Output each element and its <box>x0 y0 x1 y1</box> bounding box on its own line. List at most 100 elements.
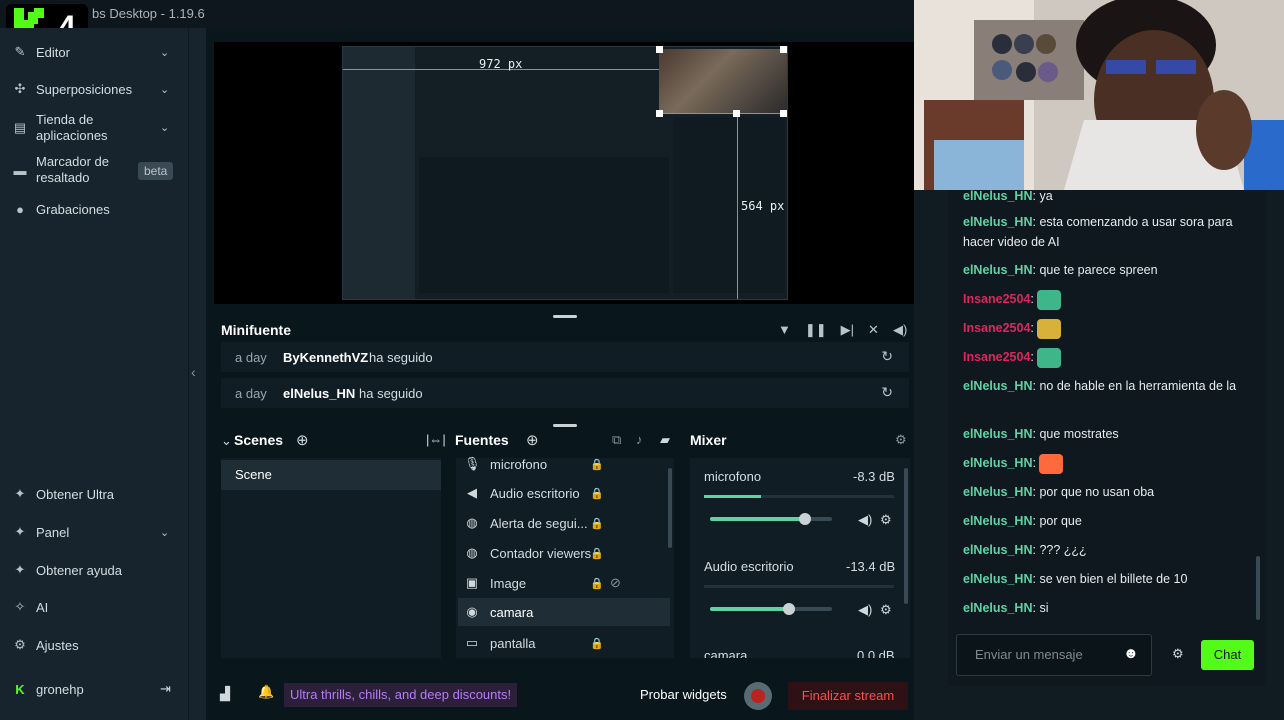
gear-icon[interactable]: ⚙ <box>880 602 892 618</box>
chat-username[interactable]: Insane2504 <box>963 321 1030 335</box>
image-icon: ▣ <box>465 575 479 590</box>
chat-username[interactable]: elNelus_HN <box>963 456 1032 470</box>
source-item[interactable]: ◉ camara <box>458 598 670 626</box>
chat-input[interactable]: Enviar un mensaje ☻ <box>956 634 1152 676</box>
sidebar-item-superposiciones[interactable]: ✣ Superposiciones <box>12 81 133 97</box>
sidebar-item-obtener-ultra[interactable]: ✦ Obtener Ultra <box>12 486 115 502</box>
folder-icon[interactable]: ▰ <box>660 432 670 448</box>
gear-icon[interactable]: ⚙ <box>1172 646 1184 662</box>
stream-preview[interactable]: 972 px 564 px <box>342 46 788 300</box>
emoji-icon[interactable]: ☻ <box>1123 645 1139 662</box>
notification-bell-icon[interactable]: 🔔 <box>258 684 274 700</box>
source-item[interactable]: ▭ pantalla 🔒 <box>458 629 670 657</box>
sidebar-item-ajustes[interactable]: ⚙ Ajustes <box>12 637 78 653</box>
logout-icon[interactable]: ⇥ <box>160 681 171 697</box>
event-row: a day ByKennethVZ ha seguido ↻ <box>221 342 909 372</box>
group-icon[interactable]: ⧉ <box>612 432 621 448</box>
sources-scrollbar[interactable] <box>668 468 672 548</box>
user-profile[interactable]: K gronehp <box>12 681 83 697</box>
source-item[interactable]: ◍ Contador viewers 🔒 <box>458 539 670 567</box>
hidden-eye-icon[interactable]: ⊘ <box>610 575 621 591</box>
record-dot-icon <box>751 689 765 703</box>
chat-text: se ven bien el billete de 10 <box>1039 572 1188 586</box>
chat-scrollbar[interactable] <box>1256 556 1260 620</box>
mixer-scrollbar[interactable] <box>904 468 908 604</box>
lock-icon[interactable]: 🔒 <box>590 487 604 500</box>
stats-icon[interactable]: ▟ <box>220 686 230 702</box>
chat-username[interactable]: elNelus_HN <box>963 215 1032 229</box>
sidebar-item-ai[interactable]: ✧ AI <box>12 599 49 615</box>
scene-transitions-icon[interactable]: |⇔| <box>426 432 446 447</box>
source-item[interactable]: ▣ Image 🔒 ⊘ <box>458 569 670 597</box>
width-measure: 972 px <box>479 57 523 71</box>
chat-username[interactable]: elNelus_HN <box>963 543 1032 557</box>
volume-icon[interactable]: ◀) <box>893 322 907 338</box>
source-item[interactable]: ◍ Alerta de segui... 🔒 <box>458 509 670 537</box>
chat-send-button[interactable]: Chat <box>1201 640 1254 670</box>
gear-icon[interactable]: ⚙ <box>895 432 907 448</box>
sidebar-item-grabaciones[interactable]: ● Grabaciones <box>12 201 110 217</box>
replay-icon[interactable]: ↻ <box>881 384 893 401</box>
lock-icon[interactable]: 🔒 <box>590 547 604 560</box>
chat-username[interactable]: elNelus_HN <box>963 379 1032 393</box>
skip-icon[interactable]: ▶| <box>841 322 854 338</box>
chat-username[interactable]: elNelus_HN <box>963 263 1032 277</box>
chat-username[interactable]: elNelus_HN <box>963 572 1032 586</box>
volume-icon[interactable]: ◀) <box>858 512 872 528</box>
scene-item[interactable]: Scene <box>221 460 441 490</box>
chat-username[interactable]: Insane2504 <box>963 292 1030 306</box>
promo-banner[interactable]: Ultra thrills, chills, and deep discount… <box>284 683 518 707</box>
chevron-down-icon[interactable]: ⌄ <box>221 433 232 449</box>
lock-icon[interactable]: 🔒 <box>590 458 604 471</box>
help-icon: ✦ <box>14 562 26 577</box>
source-item[interactable]: 🎙 microfono 🔒 <box>458 450 670 478</box>
test-widgets-button[interactable]: Probar widgets <box>640 687 727 702</box>
resize-handle[interactable] <box>656 110 663 117</box>
chat-username[interactable]: Insane2504 <box>963 350 1030 364</box>
sidebar-item-panel[interactable]: ✦ Panel <box>12 524 70 540</box>
audio-icon[interactable]: ♪ <box>636 432 643 447</box>
lock-icon[interactable]: 🔒 <box>590 517 604 530</box>
resize-grip[interactable] <box>553 424 577 427</box>
sidebar-item-label: Obtener Ultra <box>36 486 115 502</box>
resize-handle[interactable] <box>780 110 787 117</box>
resize-handle[interactable] <box>733 110 740 117</box>
filter-icon[interactable]: ▼ <box>778 322 791 338</box>
volume-slider[interactable] <box>710 513 832 525</box>
resize-handle[interactable] <box>780 46 787 53</box>
chat-username[interactable]: elNelus_HN <box>963 601 1032 615</box>
resize-grip[interactable] <box>553 315 577 318</box>
record-button[interactable] <box>744 682 772 710</box>
gear-icon[interactable]: ⚙ <box>880 512 892 528</box>
scene-label: Scene <box>235 467 272 482</box>
source-label: Alerta de segui... <box>490 515 588 531</box>
mute-alerts-icon[interactable]: ✕ <box>868 322 879 338</box>
resize-handle[interactable] <box>656 46 663 53</box>
chat-username[interactable]: elNelus_HN <box>963 485 1032 499</box>
collapse-sidebar-icon[interactable]: ‹ <box>191 364 196 380</box>
chat-username[interactable]: elNelus_HN <box>963 427 1032 441</box>
ultra-icon: ✦ <box>14 486 26 501</box>
chat-message: elNelus_HN: por que <box>963 514 1082 528</box>
sidebar-item-tienda[interactable]: ▤ Tienda de aplicaciones <box>12 112 126 144</box>
pause-icon[interactable]: ❚❚ <box>805 322 827 338</box>
add-scene-icon[interactable]: ⊕ <box>296 431 309 449</box>
lock-icon[interactable]: 🔒 <box>590 577 604 590</box>
replay-icon[interactable]: ↻ <box>881 348 893 365</box>
chat-text: ??? ¿¿¿ <box>1039 543 1087 557</box>
lock-icon[interactable]: 🔒 <box>590 637 604 650</box>
paint-icon: ✎ <box>14 44 26 59</box>
add-source-icon[interactable]: ⊕ <box>526 431 539 449</box>
mixer-channel-db: 0.0 dB <box>857 648 895 658</box>
chat-username[interactable]: elNelus_HN <box>963 189 1032 203</box>
speaker-icon: ◀ <box>467 485 477 500</box>
sidebar-item-obtener-ayuda[interactable]: ✦ Obtener ayuda <box>12 562 122 578</box>
volume-icon[interactable]: ◀) <box>858 602 872 618</box>
end-stream-button[interactable]: Finalizar stream <box>788 682 908 710</box>
chat-username[interactable]: elNelus_HN <box>963 514 1032 528</box>
sidebar-item-editor[interactable]: ✎ Editor <box>12 44 70 60</box>
volume-slider[interactable] <box>710 603 832 615</box>
source-item[interactable]: ◀ Audio escritorio 🔒 <box>458 479 670 507</box>
chat-text: por que no usan oba <box>1039 485 1155 499</box>
sidebar-item-marcador[interactable]: ▬ Marcador de resaltado <box>12 154 126 186</box>
